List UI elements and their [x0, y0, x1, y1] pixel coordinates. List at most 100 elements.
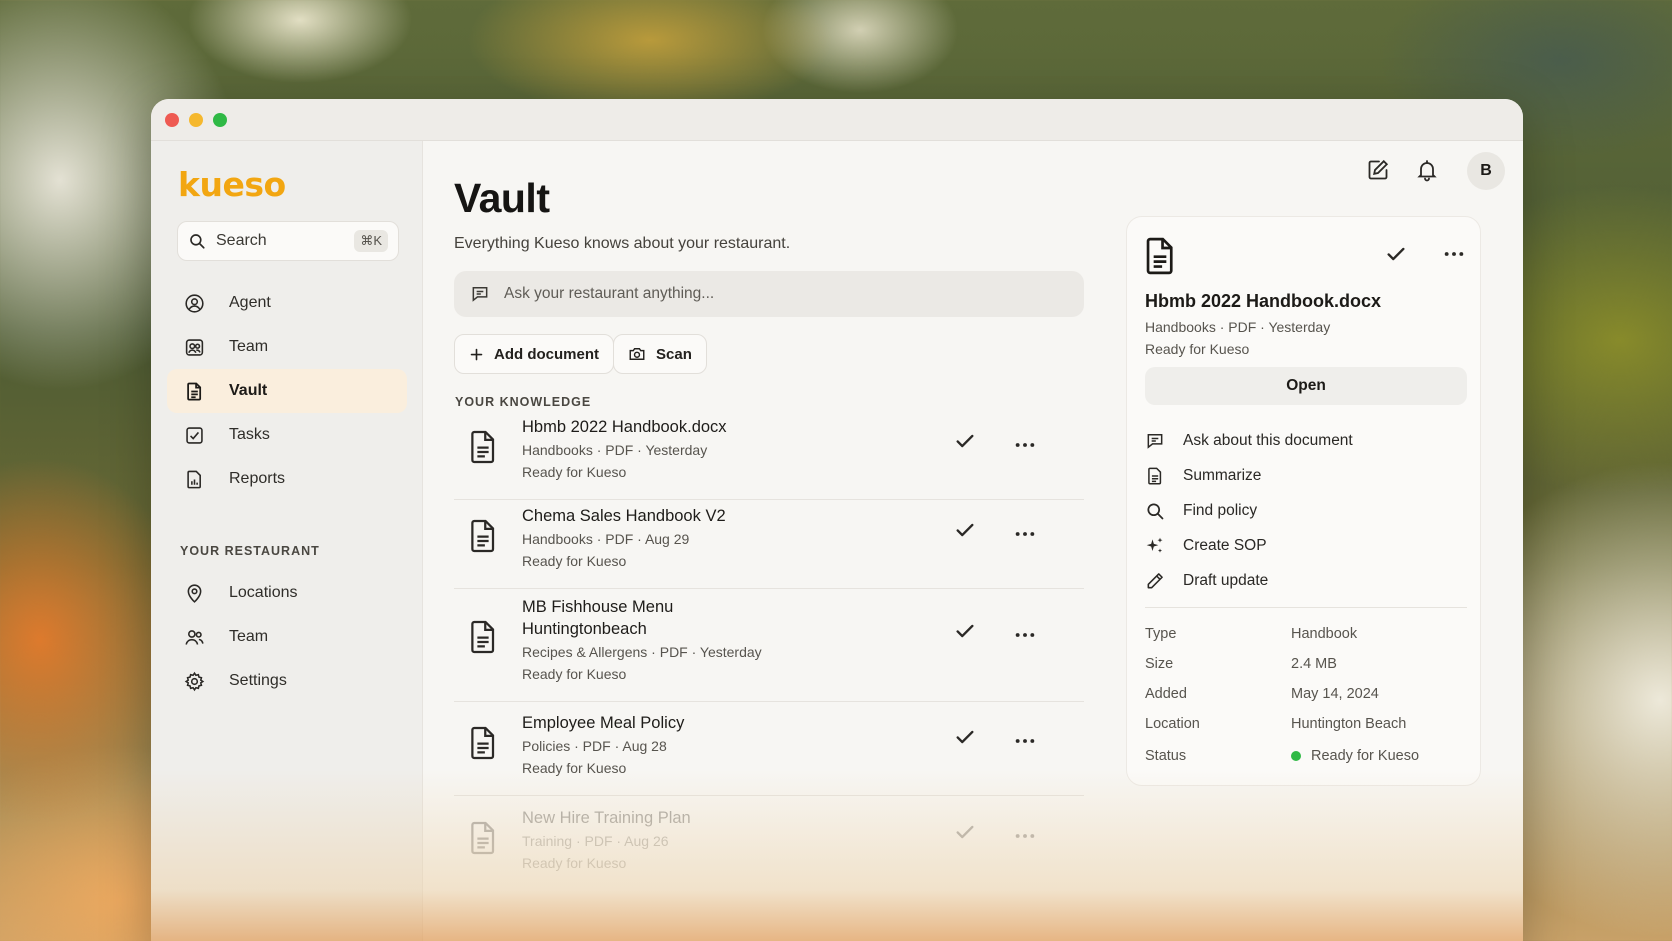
document-meta: Handbooks · PDF · Aug 29 [522, 531, 690, 547]
action-draft-update[interactable]: Draft update [1145, 568, 1268, 594]
title-bar [151, 99, 1523, 141]
sidebar-item-team[interactable]: Team [167, 325, 407, 369]
sidebar-item-team-restaurant[interactable]: Team [167, 615, 407, 659]
checkmark-icon[interactable] [1385, 243, 1407, 265]
action-find-policy[interactable]: Find policy [1145, 498, 1257, 524]
action-create-sop[interactable]: Create SOP [1145, 533, 1267, 559]
document-status: Ready for Kueso [522, 553, 627, 569]
ask-placeholder: Ask your restaurant anything... [504, 285, 715, 302]
list-item[interactable]: Hbmb 2022 Handbook.docx Handbooks · PDF … [454, 416, 1084, 500]
search-label: Search [216, 232, 267, 249]
list-item[interactable]: MB Fishhouse Menu Huntingtonbeach Recipe… [454, 596, 1084, 702]
action-label: Find policy [1183, 502, 1258, 519]
document-icon [468, 821, 498, 855]
tasks-icon [183, 424, 205, 446]
sidebar-item-label: Tasks [229, 426, 270, 443]
pencil-icon [1145, 571, 1165, 591]
add-document-label: Add document [494, 345, 599, 363]
sidebar-item-label: Locations [229, 584, 298, 601]
property-key: Type [1145, 626, 1177, 642]
property-value: Huntington Beach [1291, 716, 1407, 732]
action-ask-document[interactable]: Ask about this document [1145, 428, 1353, 454]
ask-input[interactable]: Ask your restaurant anything... [454, 271, 1084, 317]
panel-document-name: Hbmb 2022 Handbook.docx [1145, 291, 1382, 311]
open-button[interactable]: Open [1145, 367, 1467, 405]
knowledge-section-label: YOUR KNOWLEDGE [455, 395, 592, 409]
sparkle-icon [1145, 536, 1165, 556]
document-status: Ready for Kueso [522, 666, 627, 682]
document-meta: Recipes & Allergens · PDF · Yesterday [522, 644, 762, 660]
list-item[interactable]: Employee Meal Policy Policies · PDF · Au… [454, 712, 1084, 796]
checkmark-icon[interactable] [954, 821, 976, 843]
compose-icon[interactable] [1366, 158, 1390, 182]
property-value: 2.4 MB [1291, 656, 1337, 672]
gear-icon [183, 670, 205, 692]
more-options-icon[interactable] [1443, 243, 1465, 265]
vault-icon [183, 380, 205, 402]
document-status: Ready for Kueso [522, 855, 627, 871]
list-item[interactable]: Chema Sales Handbook V2 Handbooks · PDF … [454, 505, 1084, 589]
close-window-button[interactable] [165, 113, 179, 127]
search-input[interactable]: Search ⌘K [177, 221, 399, 261]
search-shortcut: ⌘K [354, 230, 388, 252]
bell-icon[interactable] [1415, 158, 1439, 182]
checkmark-icon[interactable] [954, 430, 976, 452]
document-status: Ready for Kueso [522, 464, 627, 480]
sidebar-item-reports[interactable]: Reports [167, 457, 407, 501]
page-title: Vault [454, 175, 550, 221]
sidebar-item-label: Vault [229, 382, 268, 399]
panel-document-status: Ready for Kueso [1145, 341, 1250, 357]
page-subtitle: Everything Kueso knows about your restau… [454, 235, 791, 252]
document-name: Chema Sales Handbook V2 [522, 507, 726, 525]
more-options-icon[interactable] [1014, 523, 1036, 545]
scan-button[interactable]: Scan [613, 334, 707, 374]
sidebar-item-label: Team [229, 338, 269, 355]
avatar[interactable]: B [1467, 152, 1505, 190]
more-options-icon[interactable] [1014, 825, 1036, 847]
property-value: Handbook [1291, 626, 1358, 642]
sidebar-item-agent[interactable]: Agent [167, 281, 407, 325]
section-label-restaurant: YOUR RESTAURANT [180, 544, 320, 558]
property-value: Ready for Kueso [1311, 748, 1420, 764]
search-icon [1145, 501, 1165, 521]
chat-icon [1145, 431, 1165, 451]
property-value: May 14, 2024 [1291, 686, 1379, 702]
location-pin-icon [183, 582, 205, 604]
panel-document-meta: Handbooks · PDF · Yesterday [1145, 319, 1331, 335]
checkmark-icon[interactable] [954, 620, 976, 642]
maximize-window-button[interactable] [213, 113, 227, 127]
chat-icon [470, 284, 490, 304]
document-icon [468, 726, 498, 760]
sidebar: kueso Search ⌘K Agent Team Vault Tasks R… [151, 141, 423, 941]
document-name: Employee Meal Policy [522, 714, 685, 732]
minimize-window-button[interactable] [189, 113, 203, 127]
panel-divider [1145, 607, 1467, 608]
document-icon [1145, 466, 1165, 486]
more-options-icon[interactable] [1014, 624, 1036, 646]
property-key: Location [1145, 716, 1200, 732]
sidebar-item-label: Reports [229, 470, 286, 487]
more-options-icon[interactable] [1014, 434, 1036, 456]
sidebar-item-label: Team [229, 628, 269, 645]
sidebar-item-vault[interactable]: Vault [167, 369, 407, 413]
action-label: Summarize [1183, 467, 1262, 484]
sidebar-item-locations[interactable]: Locations [167, 571, 407, 615]
status-badge: Ready for Kueso [1291, 748, 1419, 764]
plus-icon [469, 347, 484, 362]
app-logo[interactable]: kueso [178, 165, 286, 204]
property-key: Status [1145, 748, 1187, 764]
list-item[interactable]: New Hire Training Plan Training · PDF · … [454, 807, 1084, 891]
sidebar-item-settings[interactable]: Settings [167, 659, 407, 703]
more-options-icon[interactable] [1014, 730, 1036, 752]
action-summarize[interactable]: Summarize [1145, 463, 1261, 489]
scan-label: Scan [656, 345, 692, 363]
action-label: Ask about this document [1183, 432, 1353, 449]
checkmark-icon[interactable] [954, 519, 976, 541]
sidebar-item-label: Agent [229, 294, 271, 311]
document-icon [1143, 237, 1177, 275]
document-meta: Handbooks · PDF · Yesterday [522, 442, 708, 458]
sidebar-item-tasks[interactable]: Tasks [167, 413, 407, 457]
document-name: Hbmb 2022 Handbook.docx [522, 418, 727, 436]
checkmark-icon[interactable] [954, 726, 976, 748]
add-document-button[interactable]: Add document [454, 334, 614, 374]
